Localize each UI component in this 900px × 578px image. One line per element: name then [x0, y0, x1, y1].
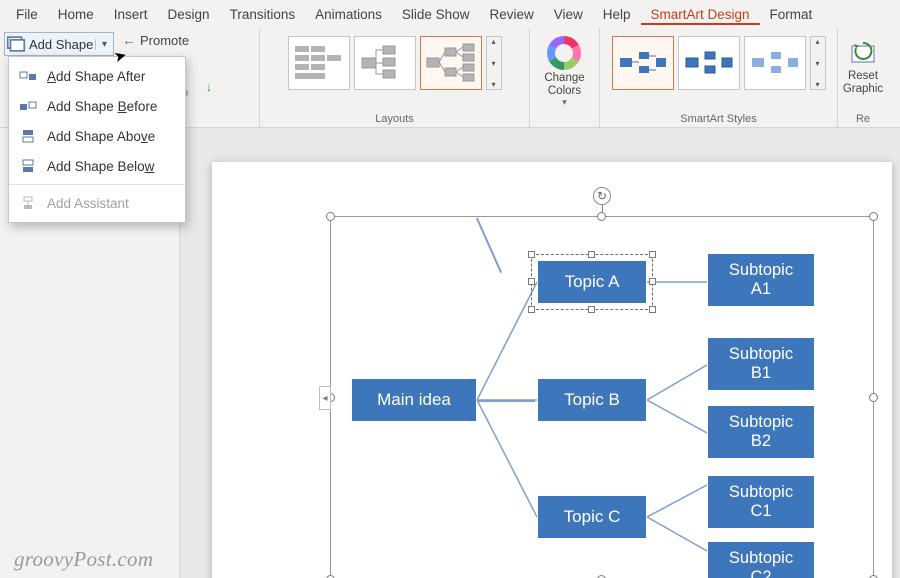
add-shape-icon — [5, 33, 27, 55]
tab-home[interactable]: Home — [48, 4, 104, 25]
promote-label: Promote — [140, 33, 189, 48]
add-shape-below-label: Add Shape Below — [47, 159, 154, 174]
chevron-down-icon[interactable]: ▾ — [95, 39, 113, 50]
handle-tr[interactable] — [869, 212, 878, 221]
layouts-spinner[interactable]: ▴▾▾ — [486, 36, 502, 90]
node-subtopic-a1[interactable]: Subtopic A1 — [707, 253, 815, 307]
add-assistant: Add Assistant — [9, 188, 185, 218]
tab-view[interactable]: View — [544, 4, 593, 25]
tab-slideshow[interactable]: Slide Show — [392, 4, 480, 25]
tab-insert[interactable]: Insert — [104, 4, 158, 25]
promote-button[interactable]: ← Promote — [122, 32, 189, 48]
node-topic-c[interactable]: Topic C — [537, 495, 647, 539]
add-shape-after-label: Add Shape After — [47, 69, 145, 84]
group-change-colors: Change Colors ▾ — [530, 28, 600, 127]
tab-transitions[interactable]: Transitions — [220, 4, 306, 25]
add-shape-dropdown: Add Shape After Add Shape Before Add Sha… — [8, 56, 186, 223]
slide-canvas[interactable]: ◂ — [180, 128, 900, 578]
rotation-handle[interactable] — [593, 187, 611, 205]
add-below-icon — [19, 158, 37, 174]
tab-file[interactable]: File — [6, 4, 48, 25]
node-main[interactable]: Main idea — [351, 378, 477, 422]
handle-mr[interactable] — [869, 393, 878, 402]
chevron-down-icon: ▾ — [562, 97, 567, 108]
handle-mt[interactable] — [597, 212, 606, 221]
reset-title: Re — [856, 111, 870, 125]
styles-gallery[interactable]: ▴▾▾ — [612, 36, 826, 90]
demote-button[interactable]: ↓ — [206, 80, 212, 94]
tab-animations[interactable]: Animations — [305, 4, 392, 25]
style-thumb-2[interactable] — [678, 36, 740, 90]
change-colors-button[interactable]: Change Colors ▾ — [544, 32, 584, 108]
node-subtopic-c1[interactable]: Subtopic C1 — [707, 475, 815, 529]
add-shape-before-label: Add Shape Before — [47, 99, 157, 114]
ribbon-tabs: File Home Insert Design Transitions Anim… — [0, 0, 900, 28]
reset-icon — [848, 38, 878, 68]
slide: ◂ — [212, 162, 892, 578]
add-shape-below[interactable]: Add Shape Below — [9, 151, 185, 181]
reset-label: Reset Graphic — [843, 70, 883, 95]
connector — [477, 400, 535, 402]
color-wheel-icon — [547, 36, 581, 70]
node-subtopic-c2[interactable]: Subtopic C2 — [707, 541, 815, 578]
dropdown-separator — [9, 184, 185, 185]
add-shape-button[interactable]: Add Shape ▾ — [4, 32, 114, 56]
group-layouts: ▴▾▾ Layouts — [260, 28, 530, 127]
node-topic-b[interactable]: Topic B — [537, 378, 647, 422]
change-colors-label: Change Colors — [544, 72, 584, 97]
connector — [476, 217, 502, 272]
tab-review[interactable]: Review — [479, 4, 543, 25]
add-shape-above[interactable]: Add Shape Above — [9, 121, 185, 151]
watermark: groovyPost.com — [14, 547, 153, 572]
group-smartart-styles: ▴▾▾ SmartArt Styles — [600, 28, 838, 127]
add-shape-label: Add Shape — [27, 37, 95, 52]
node-topic-a[interactable]: Topic A — [537, 260, 647, 304]
add-shape-before[interactable]: Add Shape Before — [9, 91, 185, 121]
add-shape-after[interactable]: Add Shape After — [9, 61, 185, 91]
handle-tl[interactable] — [326, 212, 335, 221]
tab-design[interactable]: Design — [158, 4, 220, 25]
layout-thumb-1[interactable] — [288, 36, 350, 90]
reset-graphic-button[interactable]: Reset Graphic — [843, 32, 883, 95]
add-after-icon — [19, 68, 37, 84]
node-subtopic-b1[interactable]: Subtopic B1 — [707, 337, 815, 391]
style-thumb-1[interactable] — [612, 36, 674, 90]
arrow-down-icon: ↓ — [206, 80, 212, 94]
add-assistant-label: Add Assistant — [47, 196, 129, 211]
group-reset: Reset Graphic Re — [838, 28, 888, 127]
tab-help[interactable]: Help — [593, 4, 641, 25]
styles-spinner[interactable]: ▴▾▾ — [810, 36, 826, 90]
layouts-gallery[interactable]: ▴▾▾ — [288, 36, 502, 90]
add-above-icon — [19, 128, 37, 144]
style-thumb-3[interactable] — [744, 36, 806, 90]
layout-thumb-3[interactable] — [420, 36, 482, 90]
layout-thumb-2[interactable] — [354, 36, 416, 90]
add-before-icon — [19, 98, 37, 114]
tab-smartart-design[interactable]: SmartArt Design — [641, 4, 760, 25]
text-pane-toggle[interactable]: ◂ — [319, 386, 331, 410]
tab-format[interactable]: Format — [760, 4, 823, 25]
node-subtopic-b2[interactable]: Subtopic B2 — [707, 405, 815, 459]
add-shape-above-label: Add Shape Above — [47, 129, 155, 144]
app-window: File Home Insert Design Transitions Anim… — [0, 0, 900, 578]
layouts-title: Layouts — [375, 111, 414, 125]
add-assistant-icon — [19, 195, 37, 211]
smartart-selection[interactable]: ◂ — [330, 216, 874, 578]
styles-title: SmartArt Styles — [680, 111, 756, 125]
